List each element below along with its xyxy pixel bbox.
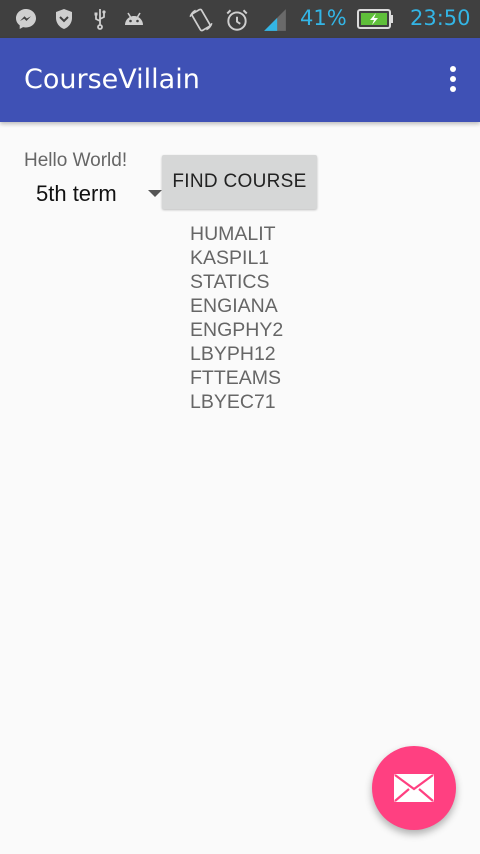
list-item: LBYPH12: [190, 343, 276, 365]
list-item: ENGIANA: [190, 295, 278, 317]
mail-icon: [394, 774, 434, 802]
messenger-icon: [16, 9, 36, 29]
android-debug-icon: [125, 12, 143, 25]
more-vert-icon[interactable]: [446, 66, 460, 96]
find-course-button[interactable]: FIND COURSE: [162, 155, 317, 209]
signal-icon: [264, 9, 286, 31]
list-item: LBYEC71: [190, 391, 276, 413]
status-bar: 41% 23:50: [0, 0, 480, 38]
list-item: KASPIL1: [190, 247, 270, 269]
app-bar: CourseVillain: [0, 38, 480, 122]
battery-charging-icon: [357, 9, 393, 29]
clock: 23:50: [410, 6, 471, 30]
usb-icon: [94, 9, 106, 30]
course-list: HUMALIT KASPIL1 STATICS ENGIANA ENGPHY2 …: [190, 222, 283, 414]
list-item: HUMALIT: [190, 223, 276, 245]
alarm-icon: [226, 9, 248, 31]
app-title: CourseVillain: [24, 64, 200, 95]
dropdown-arrow-icon: [148, 190, 162, 197]
battery-percent: 41%: [300, 6, 347, 30]
list-item: ENGPHY2: [190, 319, 284, 341]
hello-text: Hello World!: [24, 150, 128, 171]
term-spinner[interactable]: 5th term: [24, 178, 164, 212]
term-spinner-value: 5th term: [36, 181, 117, 206]
list-item: STATICS: [190, 271, 270, 293]
list-item: FTTEAMS: [190, 367, 281, 389]
mail-fab-button[interactable]: [372, 746, 456, 830]
screen-rotate-icon: [189, 8, 213, 32]
shield-icon: [56, 9, 72, 29]
